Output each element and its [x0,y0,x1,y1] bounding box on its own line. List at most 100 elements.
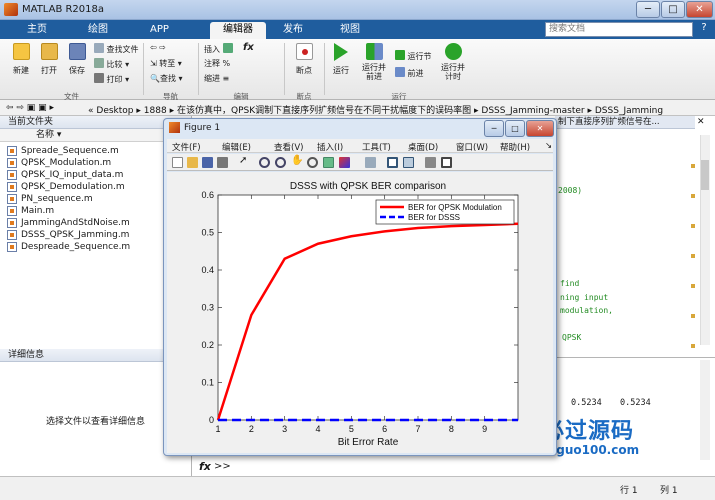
figure-window[interactable]: Figure 1 ─ □ ✕ 文件(F) 编辑(E) 查看(V) 插入(I) 工… [163,118,557,456]
data-cursor-icon[interactable] [323,157,334,168]
editor-scrollbar-thumb[interactable] [701,160,709,190]
maximize-button[interactable]: □ [661,1,685,18]
menu-dock-arrow-icon[interactable]: ↘ [545,141,552,151]
new-figure-icon[interactable] [172,157,183,168]
save-button[interactable]: 保存 [64,43,90,76]
open-button[interactable]: 打开 [36,43,62,76]
menu-help[interactable]: 帮助(H) [500,141,530,153]
brush-icon[interactable] [339,157,350,168]
rotate-icon[interactable] [307,157,318,168]
m-file-icon [7,170,17,180]
tab-view[interactable]: 视图 [330,22,370,39]
figure-maximize-button[interactable]: □ [505,120,525,137]
legend[interactable]: BER for QPSK ModulationBER for DSSS [375,199,515,225]
pan-icon[interactable]: ✋ [291,155,303,166]
ber-chart[interactable]: 0 0.1 0.2 0.3 0.4 0.5 0.6 1 2 3 4 5 6 7 8 9 DSSS with … [167,172,553,453]
menu-desktop[interactable]: 桌面(D) [408,141,438,153]
menu-tools[interactable]: 工具(T) [362,141,391,153]
nav-buttons[interactable]: ⇦ ⇨ ▣ ▣ ▸ [6,103,54,113]
figure-close-button[interactable]: ✕ [526,120,554,137]
y-tick-label: 0 [209,415,214,425]
status-row: 行 1 [620,486,638,496]
indent-button[interactable]: 缩进 ≡ [204,73,229,84]
print-button[interactable]: 打印 ▾ [94,73,129,85]
x-tick-label: 2 [249,424,254,434]
run-section-button[interactable]: 运行节 [395,50,432,62]
compare-button[interactable]: 比较 ▾ [94,58,129,70]
tab-editor[interactable]: 编辑器 [210,22,266,39]
breadcrumb-item[interactable]: 在该仿真中，QPSK调制下直接序列扩频信号在不同干扰幅度下的误码率图 [177,106,471,116]
nav-arrows[interactable]: ⇦ ⇨ [150,43,166,52]
close-button[interactable]: ✕ [686,1,713,18]
zoom-in-icon[interactable] [259,157,270,168]
tab-home[interactable]: 主页 [12,22,62,39]
pointer-icon[interactable]: ➚ [239,155,250,166]
code-analyzer-bar [691,150,695,350]
goto-button[interactable]: ⇲ 转至 ▾ [150,58,182,69]
open-file-icon[interactable] [187,157,198,168]
search-documentation-input[interactable]: 搜索文档 [545,22,693,37]
run-time-label: 运行并 计时 [441,63,465,81]
print-figure-icon[interactable] [217,157,228,168]
menu-edit[interactable]: 编辑(E) [222,141,251,153]
legend-icon[interactable] [403,157,414,168]
breadcrumb-item[interactable]: 1888 [144,106,167,116]
fx-icon: fx [199,460,211,473]
menu-view[interactable]: 查看(V) [274,141,303,153]
print-label: 打印 [106,75,123,84]
find-label: 查找 [159,74,176,83]
save-icon [68,43,86,60]
code-comment: QPSK [562,333,582,342]
figure-canvas[interactable]: 0 0.1 0.2 0.3 0.4 0.5 0.6 1 2 3 4 5 6 7 8 9 DSSS with … [167,172,553,453]
minimize-button[interactable]: ─ [636,1,660,18]
advance-button[interactable]: 前进 [395,67,424,79]
comment-button[interactable]: 注释 % [204,58,230,69]
file-name: Despreade_Sequence.m [21,242,131,252]
tab-publish[interactable]: 发布 [272,22,314,39]
tab-apps[interactable]: APP [137,22,182,39]
figure-minimize-button[interactable]: ─ [484,120,504,137]
legend-label: BER for DSSS [408,213,460,222]
run-advance-button[interactable]: 运行并 前进 [358,43,390,81]
breadcrumb-back[interactable]: « [88,106,94,116]
run-button[interactable]: 运行 [328,43,354,76]
hide-tools-icon[interactable] [425,157,436,168]
breadcrumb-item[interactable]: DSSS_Jamming-master [481,106,584,116]
colorbar-icon[interactable] [387,157,398,168]
run-time-button[interactable]: 运行并 计时 [438,43,468,81]
save-figure-icon[interactable] [202,157,213,168]
help-button[interactable]: ? [697,22,711,37]
x-tick-label: 7 [415,424,420,434]
tab-plots[interactable]: 绘图 [72,22,124,39]
advance-label: 前进 [407,69,424,78]
command-scrollbar[interactable] [700,360,710,460]
figure-menubar: 文件(F) 编辑(E) 查看(V) 插入(I) 工具(T) 桌面(D) 窗口(W… [167,139,553,153]
menu-window[interactable]: 窗口(W) [456,141,488,153]
new-button[interactable]: 新建 [8,43,34,76]
command-prompt[interactable]: >> [214,461,231,472]
breadcrumb-item[interactable]: Desktop [96,106,133,116]
breadcrumb-item[interactable]: DSSS_Jamming [595,106,663,116]
show-tools-icon[interactable] [441,157,452,168]
link-plot-icon[interactable] [365,157,376,168]
axes-box[interactable] [217,194,519,421]
editor-tab[interactable]: 制下直接序列扩频信号在... [555,116,695,129]
y-tick-label: 0.2 [201,340,214,350]
code-comment: find [560,279,580,288]
file-name: QPSK_Demodulation.m [21,182,125,192]
goto-icon: ⇲ [150,59,157,68]
zoom-out-icon[interactable] [275,157,286,168]
find-button[interactable]: 🔍查找 ▾ [150,73,183,84]
x-tick-label: 4 [315,424,320,434]
breakpoints-button[interactable]: 断点 [290,43,318,76]
insert-button[interactable]: 插入 [204,43,233,55]
find-files-button[interactable]: 查找文件 [94,43,139,55]
address-bar[interactable]: ⇦ ⇨ ▣ ▣ ▸ « Desktop ▸ 1888 ▸ 在该仿真中，QPSK调… [0,100,715,116]
file-name: DSSS_QPSK_Jamming.m [21,230,130,240]
editor-close-icon[interactable]: ✕ [697,117,705,127]
menu-file[interactable]: 文件(F) [172,141,201,153]
menu-insert[interactable]: 插入(I) [317,141,343,153]
insert-label: 插入 [204,45,220,54]
figure-icon [169,122,180,133]
fx-button[interactable]: fx [243,42,254,53]
